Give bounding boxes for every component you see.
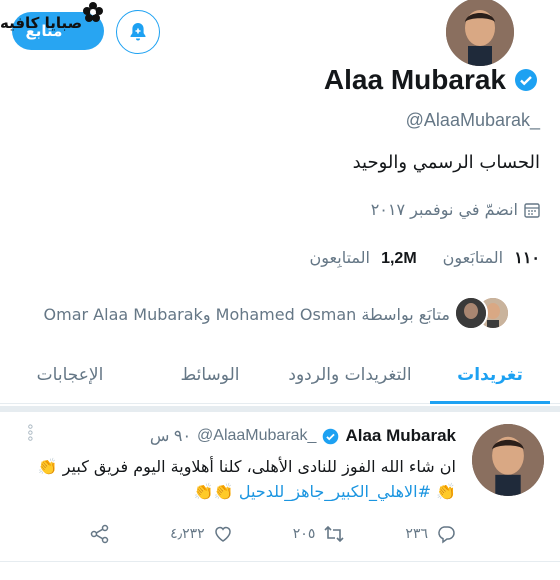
watermark: صبايا كافيه bbox=[0, 2, 103, 38]
joined-text: انضمّ في نوفمبر ٢٠١٧ bbox=[370, 200, 518, 219]
display-name: Alaa Mubarak bbox=[323, 64, 506, 95]
retweet-count: ٢٠٥ bbox=[292, 526, 316, 542]
tweet-hashtag[interactable]: #الاهلي_الكبير_جاهز_للدحيل bbox=[239, 482, 431, 501]
tweet-header: ٩٠ س @AlaaMubarak_ Alaa Mubarak bbox=[150, 426, 456, 446]
share-button[interactable] bbox=[90, 524, 110, 544]
tweet-text: ان شاء الله الفوز للنادى الأهلى، كلنا أه… bbox=[26, 454, 456, 504]
profile-page: صبايا كافيه متابع Alaa Mubarak @AlaaMuba… bbox=[0, 0, 560, 580]
tab-likes[interactable]: الإعجابات bbox=[0, 350, 140, 403]
following-label: المتابَعون bbox=[442, 248, 504, 267]
avatar-photo bbox=[456, 298, 486, 328]
retweet-icon bbox=[324, 525, 344, 543]
followers-stat[interactable]: 1,2M المتابِعون bbox=[310, 248, 417, 268]
verified-badge-icon bbox=[515, 69, 537, 91]
stats: ١١٠ المتابَعون 1,2M المتابِعون bbox=[310, 248, 540, 268]
flower-logo-icon bbox=[83, 2, 103, 22]
tweet-avatar[interactable] bbox=[472, 424, 544, 496]
verified-badge-icon bbox=[323, 428, 339, 444]
clap-emoji-icon: 👏👏 bbox=[193, 482, 234, 501]
heart-icon bbox=[214, 526, 231, 542]
tweet-body: ان شاء الله الفوز للنادى الأهلى، كلنا أه… bbox=[62, 457, 456, 476]
profile-tabs: تغريدات التغريدات والردود الوسائط الإعجا… bbox=[0, 350, 560, 404]
retweet-button[interactable]: ٢٠٥ bbox=[293, 524, 346, 544]
joined-date: انضمّ في نوفمبر ٢٠١٧ bbox=[371, 200, 540, 219]
avatar-photo bbox=[446, 0, 514, 66]
tab-media[interactable]: الوسائط bbox=[140, 350, 280, 403]
following-stat[interactable]: ١١٠ المتابَعون bbox=[443, 248, 540, 268]
tweet-actions: ٤٫٢٣٢ ٢٠٥ ٢٣٦ bbox=[90, 522, 456, 546]
avatar-photo bbox=[472, 424, 544, 496]
like-count: ٤٫٢٣٢ bbox=[170, 526, 205, 542]
tweet-menu-icon[interactable]: ∘ ∘ ∘ bbox=[26, 420, 35, 446]
tweet-handle: @AlaaMubarak_ bbox=[197, 427, 317, 444]
followed-by-text: متابَع بواسطة Mohamed Osman وOmar Alaa M… bbox=[43, 305, 450, 324]
calendar-icon bbox=[524, 202, 540, 218]
reply-icon bbox=[438, 526, 455, 544]
watermark-text: صبايا كافيه bbox=[0, 14, 83, 32]
name-row: Alaa Mubarak bbox=[324, 64, 538, 96]
follower-avatar-omar[interactable] bbox=[454, 296, 488, 330]
followed-by[interactable]: متابَع بواسطة Mohamed Osman وOmar Alaa M… bbox=[44, 305, 450, 324]
tweet-author: Alaa Mubarak bbox=[345, 426, 456, 445]
bio: الحساب الرسمي والوحيد bbox=[352, 152, 540, 173]
tweet-time: ٩٠ س bbox=[149, 428, 192, 445]
tab-tweets[interactable]: تغريدات bbox=[420, 350, 560, 404]
followers-count: 1,2M bbox=[381, 250, 417, 267]
reply-button[interactable]: ٢٣٦ bbox=[405, 524, 456, 544]
following-count: ١١٠ bbox=[514, 250, 540, 267]
followers-label: المتابِعون bbox=[309, 248, 370, 267]
tab-tweets-replies[interactable]: التغريدات والردود bbox=[280, 350, 420, 403]
bell-plus-icon bbox=[130, 23, 146, 41]
handle: @AlaaMubarak_ bbox=[405, 110, 540, 130]
tweet[interactable]: ٩٠ س @AlaaMubarak_ Alaa Mubarak ∘ ∘ ∘ ان ش… bbox=[0, 412, 560, 562]
reply-count: ٢٣٦ bbox=[405, 526, 428, 542]
profile-avatar[interactable] bbox=[442, 0, 518, 70]
share-icon bbox=[90, 524, 109, 544]
notifications-button[interactable] bbox=[116, 10, 160, 54]
like-button[interactable]: ٤٫٢٣٢ bbox=[170, 524, 233, 544]
